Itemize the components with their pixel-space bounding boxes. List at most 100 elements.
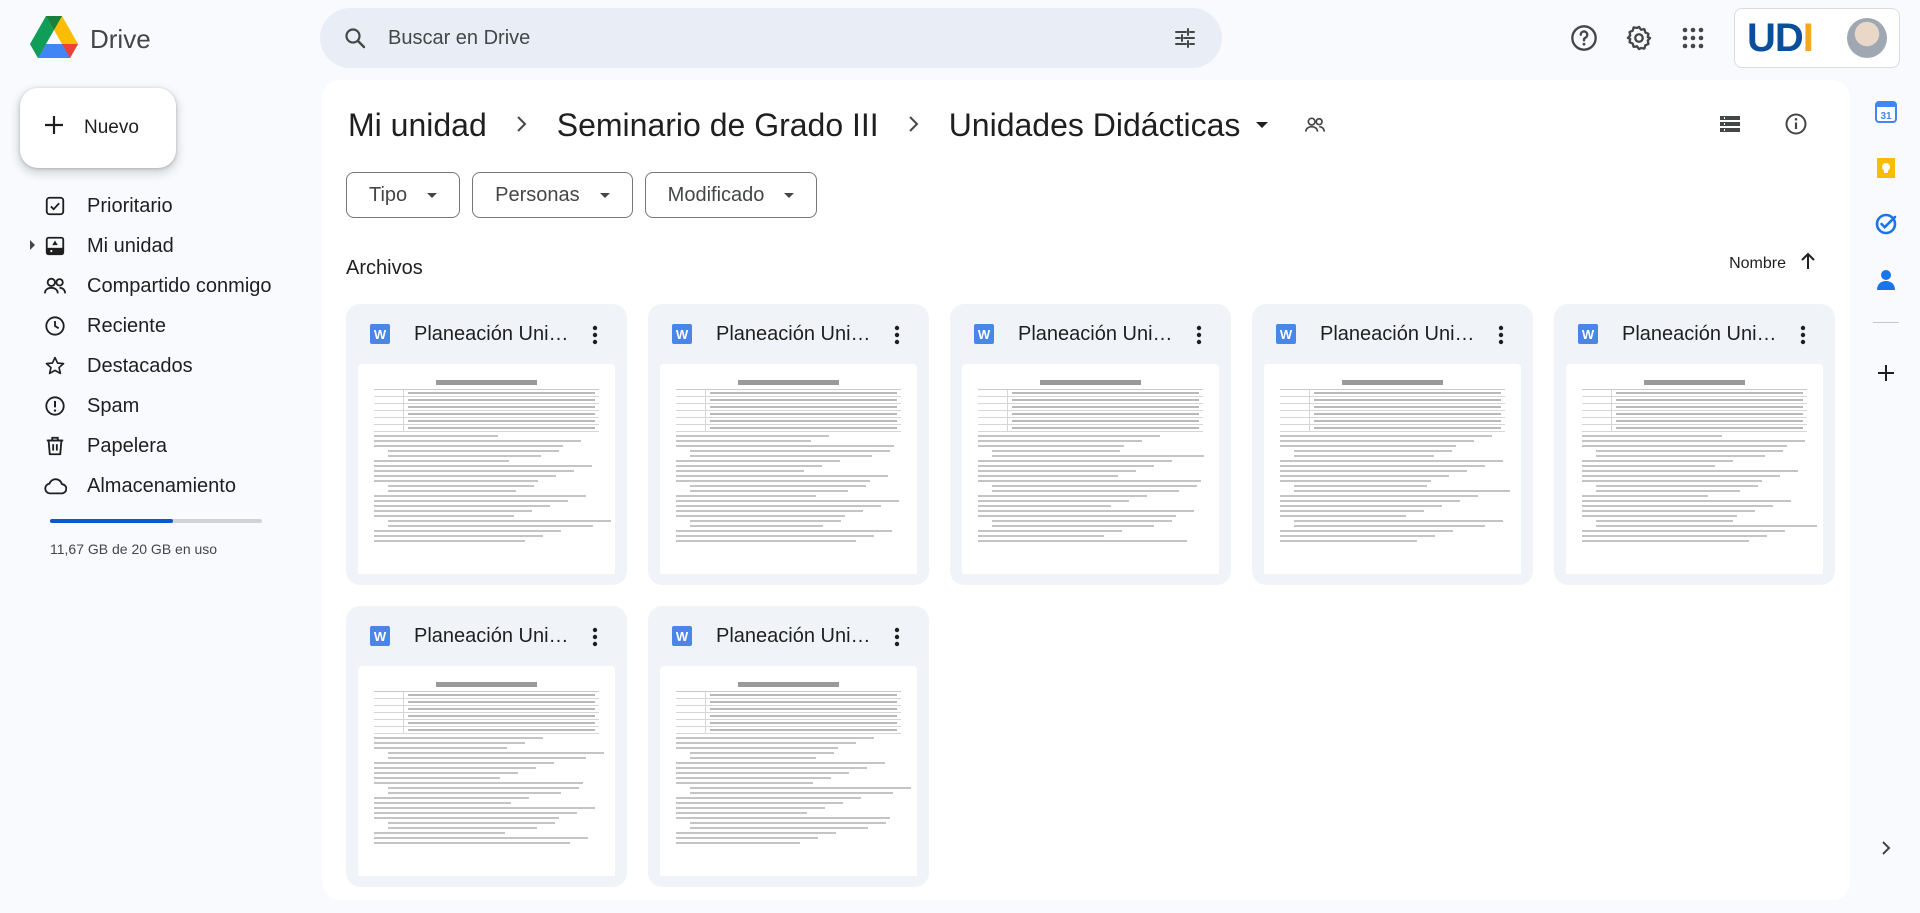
filter-chips: Tipo Personas Modificado <box>346 172 818 218</box>
avatar[interactable] <box>1847 18 1887 58</box>
drive-logo-icon <box>30 16 78 63</box>
chip-label: Modificado <box>667 183 765 206</box>
search-icon[interactable] <box>340 23 370 53</box>
file-card[interactable]: W Planeación Unidad Didáctica <box>648 304 929 585</box>
sidebar-item-recent[interactable]: Reciente <box>0 306 310 346</box>
sidebar-item-label: Destacados <box>87 354 193 377</box>
file-grid: W Planeación Unidad Didáctica W Planeación … <box>346 304 1835 887</box>
folder-menu-dropdown-icon[interactable] <box>1256 122 1269 128</box>
sidebar-item-starred[interactable]: Destacados <box>0 346 310 386</box>
sidebar-item-spam[interactable]: Spam <box>0 386 310 426</box>
file-name: Planeación Unidad Didáctica <box>414 624 574 647</box>
keep-icon[interactable] <box>1872 154 1900 182</box>
file-thumbnail[interactable] <box>1566 364 1823 574</box>
more-options-icon[interactable] <box>1491 324 1511 346</box>
more-options-icon[interactable] <box>585 324 605 346</box>
svg-text:31: 31 <box>1880 111 1892 122</box>
arrow-up-icon[interactable] <box>1800 252 1816 275</box>
search-bar[interactable] <box>320 8 1222 68</box>
chip-label: Tipo <box>369 183 408 206</box>
word-document-icon: W <box>1578 324 1598 344</box>
trash-icon <box>42 433 68 459</box>
file-thumbnail[interactable] <box>1264 364 1521 574</box>
priority-icon <box>42 193 68 219</box>
drive-logo[interactable]: Drive <box>30 16 151 63</box>
filter-modified-chip[interactable]: Modificado <box>644 172 818 218</box>
clock-icon <box>42 313 68 339</box>
storage-usage-bar <box>50 519 262 523</box>
account-switcher[interactable]: UDI <box>1734 8 1900 68</box>
view-controls <box>1716 110 1810 138</box>
list-view-icon[interactable] <box>1716 110 1744 138</box>
info-icon[interactable] <box>1782 110 1810 138</box>
file-card[interactable]: W Planeación Unidad Didáctica <box>1554 304 1835 585</box>
more-options-icon[interactable] <box>887 324 907 346</box>
shared-folder-icon[interactable] <box>1302 112 1328 138</box>
file-card[interactable]: W Planeación Unidad Didáctica <box>648 606 929 887</box>
file-name: Planeación Unidad Didáctica <box>716 322 876 345</box>
file-thumbnail[interactable] <box>660 666 917 876</box>
search-options-icon[interactable] <box>1170 23 1200 53</box>
file-thumbnail[interactable] <box>358 666 615 876</box>
side-panel-rail: 31 <box>1868 98 1904 415</box>
sidebar-item-priority[interactable]: Prioritario <box>0 186 310 226</box>
cloud-icon <box>42 473 68 499</box>
app-title: Drive <box>90 24 151 54</box>
main-content: Mi unidad Seminario de Grado III Unidade… <box>322 80 1850 900</box>
file-name: Planeación Unidad Didáctica <box>414 322 574 345</box>
tasks-icon[interactable] <box>1872 210 1900 238</box>
new-button[interactable]: Nuevo <box>20 88 176 168</box>
breadcrumb-item-current-folder[interactable]: Unidades Didácticas <box>949 107 1241 144</box>
dropdown-arrow-icon <box>784 192 795 198</box>
word-document-icon: W <box>672 324 692 344</box>
settings-gear-icon[interactable] <box>1622 21 1656 55</box>
my-drive-icon <box>42 233 68 259</box>
sidebar-item-label: Almacenamiento <box>87 474 236 497</box>
storage-usage-text: 11,67 GB de 20 GB en uso <box>50 541 218 557</box>
files-section-title: Archivos <box>346 257 423 279</box>
breadcrumb-item-my-drive[interactable]: Mi unidad <box>348 107 487 144</box>
help-icon[interactable] <box>1567 21 1601 55</box>
more-options-icon[interactable] <box>1793 324 1813 346</box>
word-document-icon: W <box>672 626 692 646</box>
more-options-icon[interactable] <box>887 626 907 648</box>
dropdown-arrow-icon <box>427 192 438 198</box>
file-card[interactable]: W Planeación Unidad Didáctica <box>346 304 627 585</box>
chevron-right-icon <box>515 110 529 141</box>
sidebar-item-label: Compartido conmigo <box>87 274 272 297</box>
file-card[interactable]: W Planeación Unidad Didáctica <box>1252 304 1533 585</box>
sort-label: Nombre <box>1729 254 1786 272</box>
sidebar-nav: Prioritario Mi unidad Compartido conmigo… <box>0 186 310 506</box>
apps-grid-icon[interactable] <box>1676 21 1710 55</box>
file-card[interactable]: W Planeación Unidad Didáctica <box>346 606 627 887</box>
calendar-icon[interactable]: 31 <box>1872 98 1900 126</box>
breadcrumb-item-seminario[interactable]: Seminario de Grado III <box>557 107 879 144</box>
contacts-icon[interactable] <box>1872 266 1900 294</box>
sidebar-item-label: Mi unidad <box>87 234 174 257</box>
new-button-label: Nuevo <box>84 117 139 138</box>
sidebar-item-my-drive[interactable]: Mi unidad <box>0 226 310 266</box>
sidebar-item-shared-with-me[interactable]: Compartido conmigo <box>0 266 310 306</box>
more-options-icon[interactable] <box>1189 324 1209 346</box>
sidebar-item-trash[interactable]: Papelera <box>0 426 310 466</box>
filter-type-chip[interactable]: Tipo <box>346 172 461 218</box>
file-name: Planeación Unidad Didáctica <box>1320 322 1480 345</box>
more-options-icon[interactable] <box>585 626 605 648</box>
breadcrumb: Mi unidad Seminario de Grado III Unidade… <box>348 102 1328 148</box>
chevron-right-icon[interactable] <box>1874 836 1898 860</box>
filter-people-chip[interactable]: Personas <box>472 172 633 218</box>
file-card[interactable]: W Planeación Unidad Didáctica <box>950 304 1231 585</box>
add-addon-plus-icon[interactable] <box>1872 359 1900 387</box>
chevron-right-icon <box>907 110 921 141</box>
dropdown-arrow-icon <box>599 192 610 198</box>
expand-caret-icon[interactable] <box>30 240 35 250</box>
file-thumbnail[interactable] <box>358 364 615 574</box>
file-thumbnail[interactable] <box>660 364 917 574</box>
file-name: Planeación Unidad Didáctica <box>716 624 876 647</box>
search-input[interactable] <box>388 26 1148 50</box>
chip-label: Personas <box>495 183 580 206</box>
file-thumbnail[interactable] <box>962 364 1219 574</box>
sort-control[interactable]: Nombre <box>1729 252 1816 275</box>
word-document-icon: W <box>1276 324 1296 344</box>
sidebar-item-storage[interactable]: Almacenamiento <box>0 466 310 506</box>
